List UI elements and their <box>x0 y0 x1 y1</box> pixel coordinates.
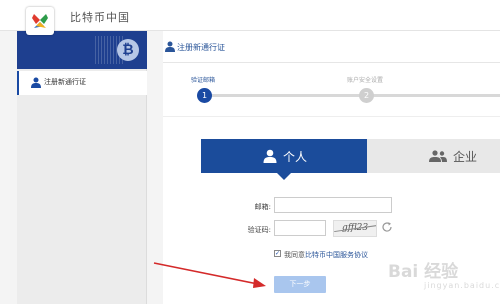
refresh-icon[interactable] <box>381 221 393 233</box>
email-field[interactable] <box>274 197 392 213</box>
sidebar-banner: ₿ <box>17 31 147 69</box>
captcha-field[interactable] <box>274 220 326 236</box>
captcha-image[interactable]: gffl23 <box>333 220 377 237</box>
step-1-dot: 1 <box>197 88 212 103</box>
step-2-label: 账户安全设置 <box>347 77 384 84</box>
email-label: 邮箱: <box>254 203 271 211</box>
logo-icon <box>32 14 48 28</box>
sidebar: ₿ 注册新通行证 <box>17 31 147 304</box>
bitcoin-icon: ₿ <box>117 39 139 61</box>
top-bar: 比特币中国 <box>0 0 500 35</box>
page-header: 注册新通行证 <box>163 31 500 63</box>
step-track-line <box>211 94 500 97</box>
page-title: 注册新通行证 <box>177 43 225 52</box>
tab-company-label: 企业 <box>453 150 478 164</box>
annotation-arrow-icon <box>153 262 266 288</box>
user-icon <box>31 77 41 88</box>
captcha-label: 验证码: <box>247 226 271 234</box>
sidebar-item-register[interactable]: 注册新通行证 <box>17 71 147 95</box>
tab-personal[interactable]: 个人 <box>201 139 367 173</box>
watermark-text: Bai 经验 <box>388 262 459 282</box>
next-button[interactable]: 下一步 <box>274 276 326 293</box>
divider <box>163 116 500 117</box>
tab-personal-label: 个人 <box>283 150 308 164</box>
brand-name: 比特币中国 <box>70 11 130 24</box>
user-icon <box>263 149 277 163</box>
agree-checkbox[interactable]: ✓ <box>274 250 281 257</box>
user-icon <box>165 41 175 52</box>
users-icon <box>429 150 447 162</box>
agree-text: 我同意 <box>284 251 305 259</box>
app-logo[interactable] <box>26 7 54 35</box>
sidebar-item-label: 注册新通行证 <box>44 78 86 86</box>
tab-company[interactable]: 企业 <box>367 139 500 173</box>
step-1-label: 验证邮箱 <box>191 77 216 84</box>
watermark-subtext: jingyan.baidu.com <box>424 281 500 290</box>
step-2-dot: 2 <box>359 88 374 103</box>
active-tab-indicator <box>277 173 291 180</box>
watermark: Bai 经验 jingyan.baidu.com <box>388 255 500 295</box>
terms-link[interactable]: 比特币中国服务协议 <box>305 250 368 260</box>
